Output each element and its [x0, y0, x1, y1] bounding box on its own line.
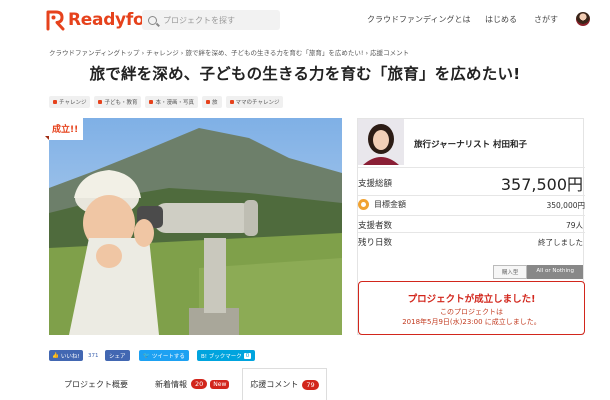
tag-item[interactable]: 旅 — [201, 96, 222, 108]
total-amount: 357,500円 — [500, 175, 583, 194]
tag-item[interactable]: 子ども・教育 — [94, 96, 142, 108]
facebook-share-button[interactable]: シェア — [105, 350, 130, 361]
tab-overview[interactable]: プロジェクト概要 — [64, 368, 128, 400]
nav-about-crowdfunding[interactable]: クラウドファンディングとは — [367, 14, 470, 25]
project-type-switch: 購入型 All or Nothing — [492, 265, 583, 279]
owner-name[interactable]: 旅行ジャーナリスト 村田和子 — [414, 138, 527, 150]
tag-label: ママのチャレンジ — [235, 100, 280, 106]
new-badge: New — [210, 379, 230, 389]
breadcrumb[interactable]: クラウドファンディングトップ › チャレンジ › 旅で絆を深め、子どもの生きる力… — [49, 47, 409, 57]
tab-news[interactable]: 新着情報 20 New — [155, 368, 230, 400]
supporters-value: 79人 — [565, 221, 583, 230]
search-icon — [148, 15, 157, 25]
tab-comments[interactable]: 応援コメント 79 — [242, 368, 327, 400]
hatena-bookmark-button[interactable]: B! ブックマーク 0 — [197, 350, 256, 361]
goal-amount: 350,000円 — [546, 201, 585, 210]
success-message: このプロジェクトは 2018年5月9日(水)23:00 に成立しました。 — [359, 307, 584, 327]
like-count: 371 — [88, 352, 99, 359]
tag-icon — [229, 100, 234, 104]
news-count-badge: 20 — [191, 379, 208, 389]
tab-news-label: 新着情報 — [155, 379, 187, 389]
project-tabs: プロジェクト概要 新着情報 20 New 応援コメント 79 — [49, 368, 589, 400]
tag-icon — [98, 100, 103, 104]
divider — [358, 215, 585, 216]
nav-search[interactable]: さがす — [534, 14, 558, 25]
user-avatar[interactable] — [576, 12, 590, 26]
search-input[interactable] — [163, 15, 273, 25]
tag-icon — [53, 100, 57, 104]
facebook-like-button[interactable]: 👍 いいね! — [49, 350, 83, 361]
supporters-label: 支援者数 — [358, 221, 393, 231]
tag-icon — [149, 100, 154, 104]
type-all-or-nothing-badge: All or Nothing — [527, 265, 583, 279]
tag-item[interactable]: 本・漫画・写真 — [145, 96, 198, 108]
tag-list: チャレンジ 子ども・教育 本・漫画・写真 旅 ママのチャレンジ — [49, 96, 284, 108]
tag-label: 本・漫画・写真 — [155, 100, 194, 106]
tag-item[interactable]: チャレンジ — [49, 96, 91, 108]
project-info-panel: 旅行ジャーナリスト 村田和子 支援総額 357,500円 目標金額 350,00… — [357, 118, 585, 335]
tag-item[interactable]: ママのチャレンジ — [225, 96, 284, 108]
success-line-1: このプロジェクトは — [440, 308, 503, 316]
tab-overview-label: プロジェクト概要 — [64, 379, 128, 389]
hatena-count: 0 — [243, 352, 252, 359]
remaining-value: 終了しました — [538, 238, 583, 247]
remaining-label: 残り日数 — [358, 238, 393, 248]
tweet-button[interactable]: 🐦 ツイートする — [139, 350, 189, 361]
hatena-label: B! ブックマーク — [201, 353, 242, 360]
goal-label: 目標金額 — [374, 200, 406, 209]
twitter-bird-icon: 🐦 — [143, 352, 150, 359]
readyfor-logo-icon — [46, 10, 65, 31]
tag-icon — [205, 100, 210, 104]
goal-badge-icon — [358, 199, 369, 210]
page-title: 旅で絆を深め、子どもの生きる力を育む「旅育」を広めたい! — [89, 65, 521, 83]
project-success-box: プロジェクトが成立しました! このプロジェクトは 2018年5月9日(水)23:… — [358, 281, 585, 335]
tag-label: 旅 — [211, 100, 218, 106]
share-label: シェア — [109, 353, 126, 360]
tag-label: 子ども・教育 — [104, 100, 138, 106]
divider — [358, 232, 585, 233]
like-label: いいね! — [60, 353, 80, 360]
site-header: Readyfor クラウドファンディングとは はじめる さがす — [0, 0, 610, 40]
owner-avatar[interactable] — [358, 119, 404, 165]
success-ribbon-label: 成立!! — [52, 125, 79, 135]
success-line-2: 2018年5月9日(水)23:00 に成立しました。 — [402, 318, 541, 326]
success-title: プロジェクトが成立しました! — [407, 294, 536, 305]
divider — [358, 167, 585, 168]
tab-comments-label: 応援コメント — [250, 380, 299, 389]
comments-count-badge: 79 — [302, 379, 319, 390]
nav-start[interactable]: はじめる — [485, 14, 517, 25]
goal-row: 目標金額 350,000円 — [358, 199, 585, 210]
type-purchase-badge: 購入型 — [492, 265, 528, 279]
thumbs-up-icon: 👍 — [52, 352, 59, 359]
project-main-image — [49, 118, 342, 335]
total-label: 支援総額 — [358, 179, 393, 189]
tag-label: チャレンジ — [59, 100, 87, 106]
divider — [358, 195, 585, 196]
tweet-label: ツイートする — [151, 353, 185, 360]
search-box[interactable] — [142, 10, 280, 30]
brand-name: Readyfor — [68, 10, 153, 30]
success-ribbon: 成立!! — [45, 118, 83, 140]
readyfor-logo[interactable]: Readyfor — [44, 9, 153, 31]
